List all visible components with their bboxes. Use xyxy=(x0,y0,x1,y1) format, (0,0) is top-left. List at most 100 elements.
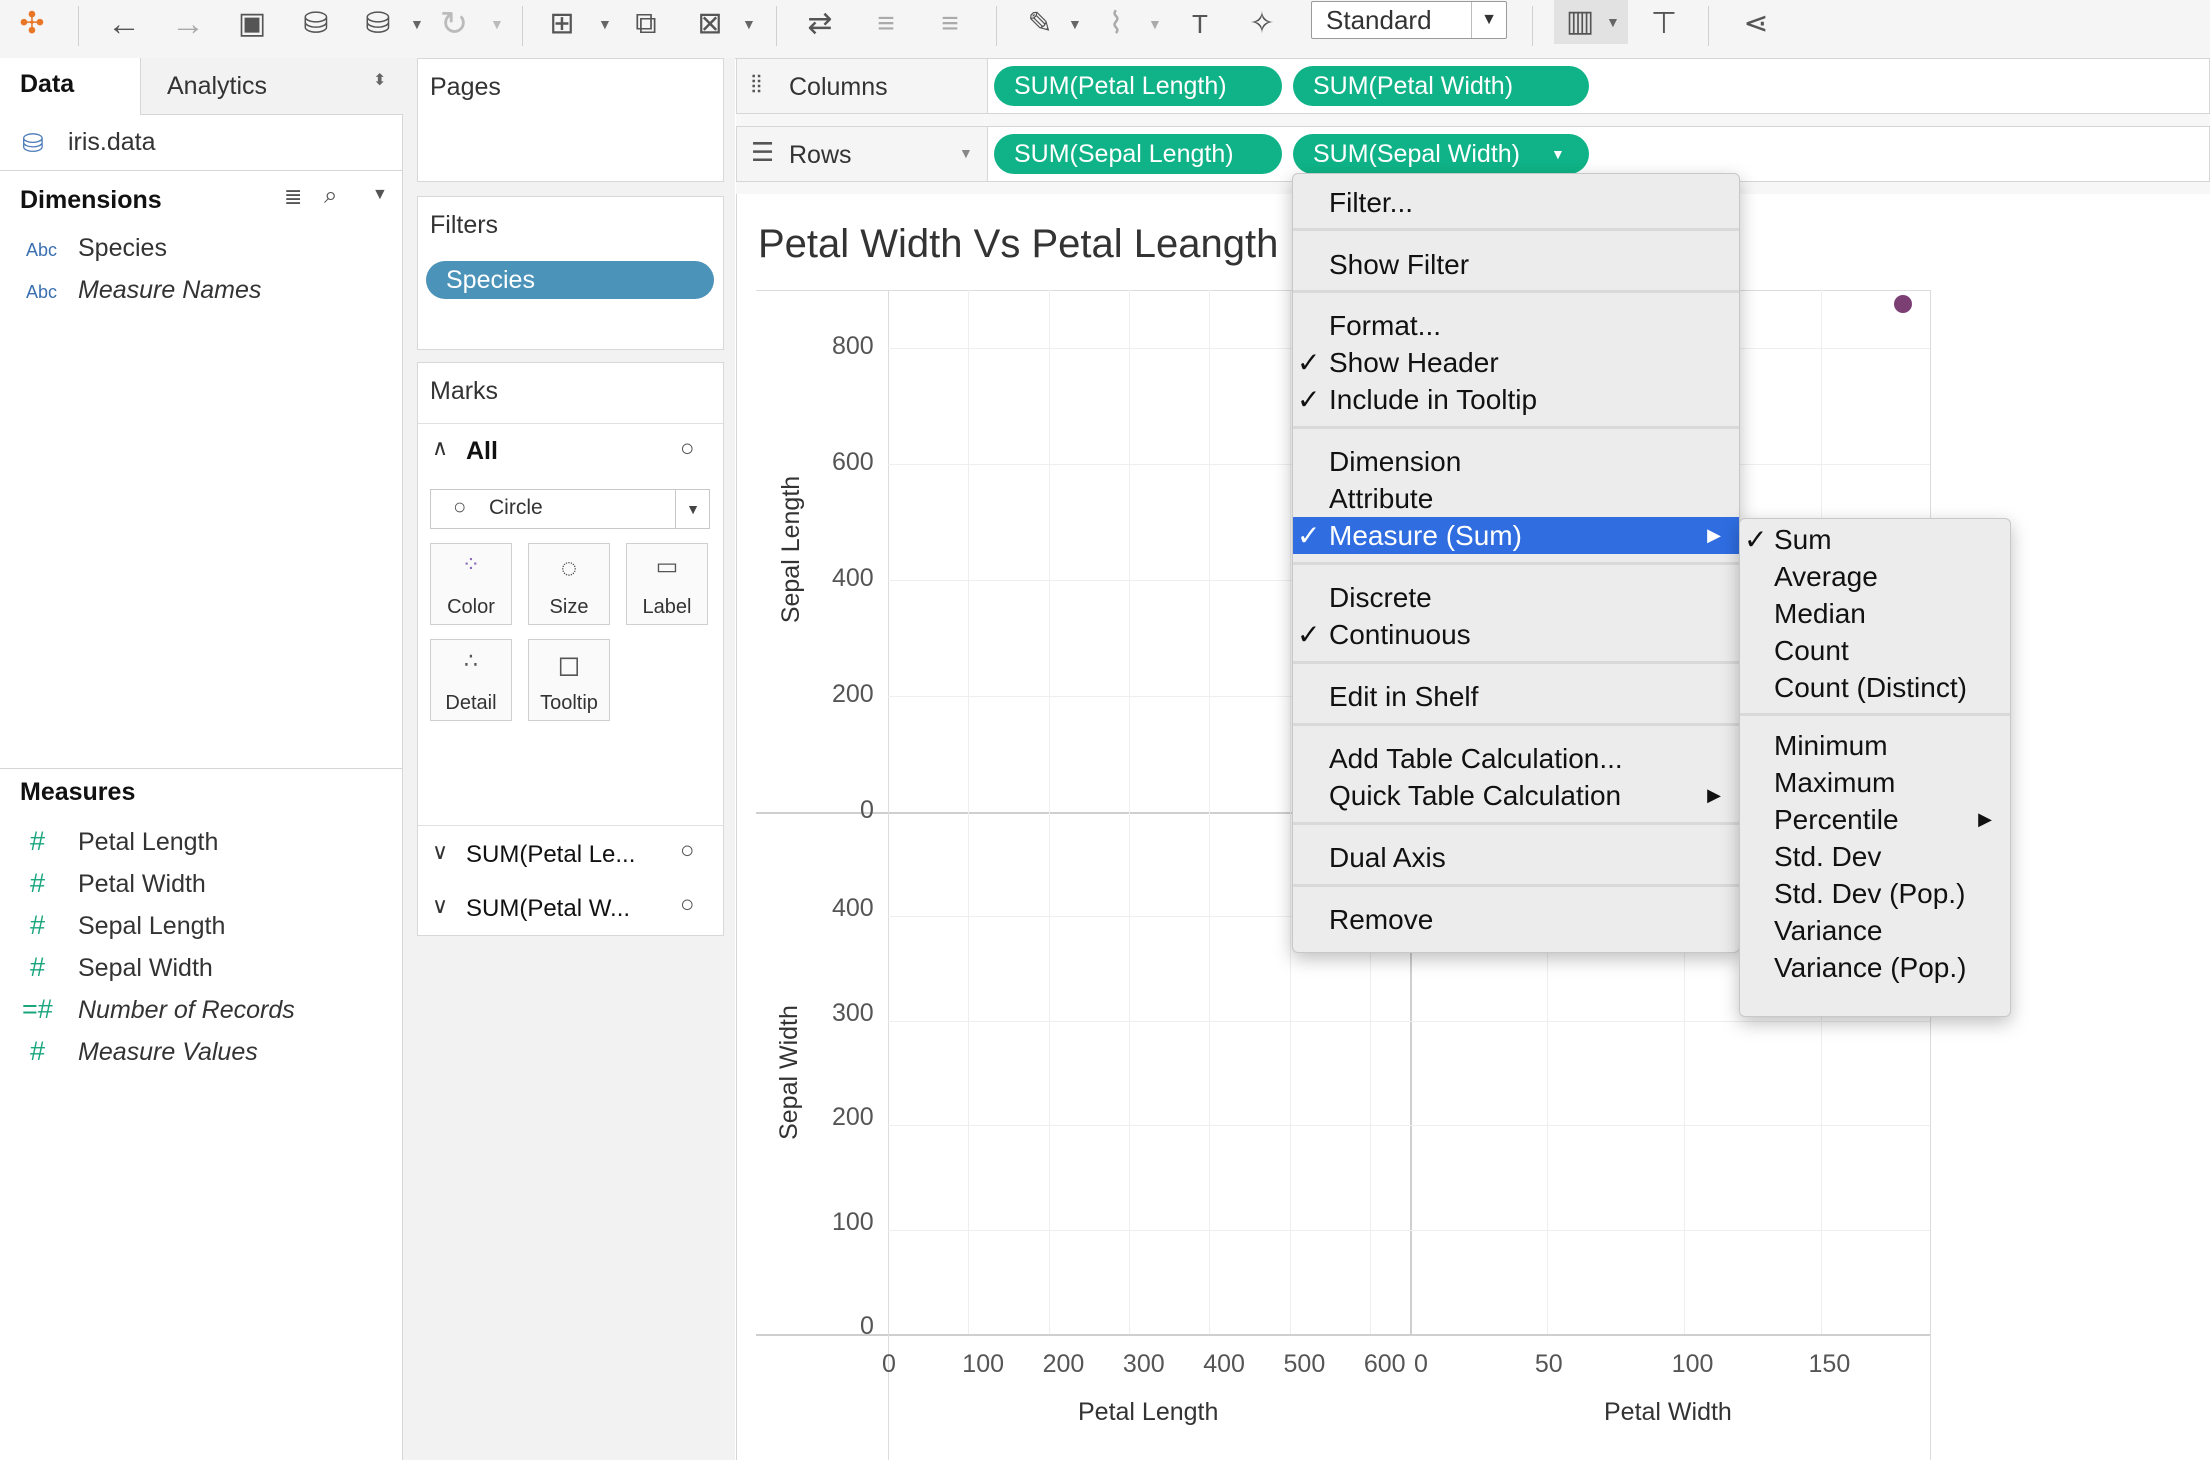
highlight-icon[interactable]: ✎ xyxy=(1020,4,1060,44)
columns-pill-petal-length[interactable]: SUM(Petal Length) xyxy=(994,66,1282,106)
context-menu-item-format[interactable]: Format... xyxy=(1293,307,1739,344)
color-button[interactable]: ⁘ Color xyxy=(430,543,512,625)
dimension-item-species[interactable]: Abc Species xyxy=(0,228,402,268)
submenu-item-maximum[interactable]: Maximum xyxy=(1740,764,2010,801)
measure-item-sepal-width[interactable]: # Sepal Width xyxy=(0,948,402,988)
submenu-item-count-distinct[interactable]: Count (Distinct) xyxy=(1740,669,2010,706)
submenu-item-std-dev[interactable]: Std. Dev xyxy=(1740,838,2010,875)
fit-select[interactable]: Standard ▼ xyxy=(1311,1,1507,39)
context-menu-item-dual-axis[interactable]: Dual Axis xyxy=(1293,839,1739,876)
menu-item-label: Percentile xyxy=(1774,804,1899,835)
dimension-label: Measure Names xyxy=(78,276,262,304)
rows-pill-sepal-width[interactable]: SUM(Sepal Width) ▼ xyxy=(1293,134,1589,174)
marks-all-row[interactable]: ∧ All ○ xyxy=(418,425,723,477)
filter-pill-species[interactable]: Species xyxy=(426,261,714,299)
datasource-name: iris.data xyxy=(68,128,156,156)
save-icon[interactable]: ▣ xyxy=(232,4,272,44)
sort-ascending-icon[interactable]: ≡ xyxy=(864,4,908,44)
context-menu-item-filter[interactable]: Filter... xyxy=(1293,184,1739,221)
refresh-dropdown-caret-icon[interactable]: ▼ xyxy=(490,4,504,44)
circle-icon: ○ xyxy=(453,494,467,519)
columns-pill-petal-width[interactable]: SUM(Petal Width) xyxy=(1293,66,1589,106)
submenu-item-sum[interactable]: ✓ Sum xyxy=(1740,521,2010,558)
detail-button[interactable]: ∴ Detail xyxy=(430,639,512,721)
context-menu-item-measure-sum[interactable]: ✓ Measure (Sum) ▶ xyxy=(1293,517,1739,554)
share-icon[interactable]: ⋖ xyxy=(1736,4,1776,44)
chevron-down-icon[interactable]: ▼ xyxy=(372,186,388,204)
forward-icon[interactable]: → xyxy=(168,4,208,44)
group-icon[interactable]: ⌇ xyxy=(1096,4,1136,44)
clear-sheet-icon[interactable]: ⊠ xyxy=(688,4,732,44)
checkmark-icon: ✓ xyxy=(1297,520,1321,551)
filters-card[interactable]: Filters Species xyxy=(417,196,724,350)
group-caret-icon[interactable]: ▼ xyxy=(1148,4,1162,44)
submenu-item-std-dev-pop[interactable]: Std. Dev (Pop.) xyxy=(1740,875,2010,912)
menu-separator xyxy=(1293,290,1739,293)
submenu-item-percentile[interactable]: Percentile ▶ xyxy=(1740,801,2010,838)
context-menu-item-show-filter[interactable]: Show Filter xyxy=(1293,246,1739,283)
show-me-button[interactable]: ▥ ▼ xyxy=(1554,0,1628,44)
submenu-item-variance[interactable]: Variance xyxy=(1740,912,2010,949)
context-menu-item-show-header[interactable]: ✓ Show Header xyxy=(1293,344,1739,381)
measure-item-measure-values[interactable]: # Measure Values xyxy=(0,1032,402,1072)
context-menu-item-dimension[interactable]: Dimension xyxy=(1293,443,1739,480)
search-icon[interactable]: ⌕ xyxy=(324,182,337,210)
duplicate-sheet-icon[interactable]: ⧉ xyxy=(624,4,668,44)
submenu-item-count[interactable]: Count xyxy=(1740,632,2010,669)
marks-subsection-petal-width[interactable]: ∨ SUM(Petal W... ○ xyxy=(418,881,723,933)
context-menu-item-add-table-calculation[interactable]: Add Table Calculation... xyxy=(1293,740,1739,777)
marks-subsection-petal-length[interactable]: ∨ SUM(Petal Le... ○ xyxy=(418,827,723,879)
sort-descending-icon[interactable]: ≡ xyxy=(928,4,972,44)
presentation-icon[interactable]: ⊤ xyxy=(1644,4,1684,44)
context-menu-item-discrete[interactable]: Discrete xyxy=(1293,579,1739,616)
context-menu-item-quick-table-calculation[interactable]: Quick Table Calculation ▶ xyxy=(1293,777,1739,814)
mark-type-select[interactable]: ○ Circle ▼ xyxy=(430,489,710,529)
dimension-item-measure-names[interactable]: Abc Measure Names xyxy=(0,270,402,310)
context-menu-item-continuous[interactable]: ✓ Continuous xyxy=(1293,616,1739,653)
new-worksheet-caret-icon[interactable]: ▼ xyxy=(598,4,612,44)
highlight-caret-icon[interactable]: ▼ xyxy=(1068,4,1082,44)
clear-caret-icon[interactable]: ▼ xyxy=(742,4,756,44)
context-menu-item-edit-in-shelf[interactable]: Edit in Shelf xyxy=(1293,678,1739,715)
submenu-item-median[interactable]: Median xyxy=(1740,595,2010,632)
pages-card[interactable]: Pages xyxy=(417,58,724,182)
submenu-item-variance-pop[interactable]: Variance (Pop.) xyxy=(1740,949,2010,986)
datasource-row[interactable]: ⛁ iris.data xyxy=(0,114,402,171)
pause-dropdown-caret-icon[interactable]: ▼ xyxy=(410,4,424,44)
measure-item-sepal-length[interactable]: # Sepal Length xyxy=(0,906,402,946)
data-pane: Data Analytics ⬍ ⛁ iris.data Dimensions … xyxy=(0,58,403,1460)
tooltip-button[interactable]: ◻ Tooltip xyxy=(528,639,610,721)
tableau-logo-icon[interactable]: ✣ xyxy=(14,4,50,44)
refresh-icon[interactable]: ↻ xyxy=(434,4,474,44)
menu-item-label: Count xyxy=(1774,635,1849,666)
pin-icon[interactable]: ✧ xyxy=(1242,4,1282,44)
swap-axes-icon[interactable]: ⇄ xyxy=(798,4,842,44)
measure-item-petal-length[interactable]: # Petal Length xyxy=(0,822,402,862)
list-view-icon[interactable]: ≣ xyxy=(284,184,302,210)
tab-data-label: Data xyxy=(20,70,75,98)
new-datasource-icon[interactable]: ⛁ xyxy=(296,4,336,44)
measure-item-number-of-records[interactable]: =# Number of Records xyxy=(0,990,402,1030)
context-menu-item-attribute[interactable]: Attribute xyxy=(1293,480,1739,517)
back-icon[interactable]: ← xyxy=(104,4,144,44)
context-menu-item-include-in-tooltip[interactable]: ✓ Include in Tooltip xyxy=(1293,381,1739,418)
size-button[interactable]: ◌ Size xyxy=(528,543,610,625)
columns-shelf[interactable]: ⦙⦙ Columns SUM(Petal Length) SUM(Petal W… xyxy=(736,58,2210,114)
measure-item-petal-width[interactable]: # Petal Width xyxy=(0,864,402,904)
submenu-item-minimum[interactable]: Minimum xyxy=(1740,727,2010,764)
label-button[interactable]: ▭ Label xyxy=(626,543,708,625)
pause-updates-icon[interactable]: ⛁ xyxy=(358,4,398,44)
context-menu-item-remove[interactable]: Remove xyxy=(1293,901,1739,938)
menu-item-label: Discrete xyxy=(1329,582,1432,613)
tab-analytics[interactable]: Analytics ⬍ xyxy=(140,58,403,115)
rows-pill-sepal-length[interactable]: SUM(Sepal Length) xyxy=(994,134,1282,174)
columns-icon: ⦙⦙ xyxy=(751,71,762,98)
tab-data[interactable]: Data xyxy=(0,58,140,114)
tooltip-icon: ◻ xyxy=(557,649,581,680)
label-icon[interactable]: T xyxy=(1180,4,1220,44)
submenu-item-average[interactable]: Average xyxy=(1740,558,2010,595)
new-worksheet-icon[interactable]: ⊞ xyxy=(540,4,584,44)
menu-item-label: Minimum xyxy=(1774,730,1888,761)
menu-item-label: Format... xyxy=(1329,310,1442,341)
menu-item-label: Std. Dev (Pop.) xyxy=(1774,878,1966,909)
